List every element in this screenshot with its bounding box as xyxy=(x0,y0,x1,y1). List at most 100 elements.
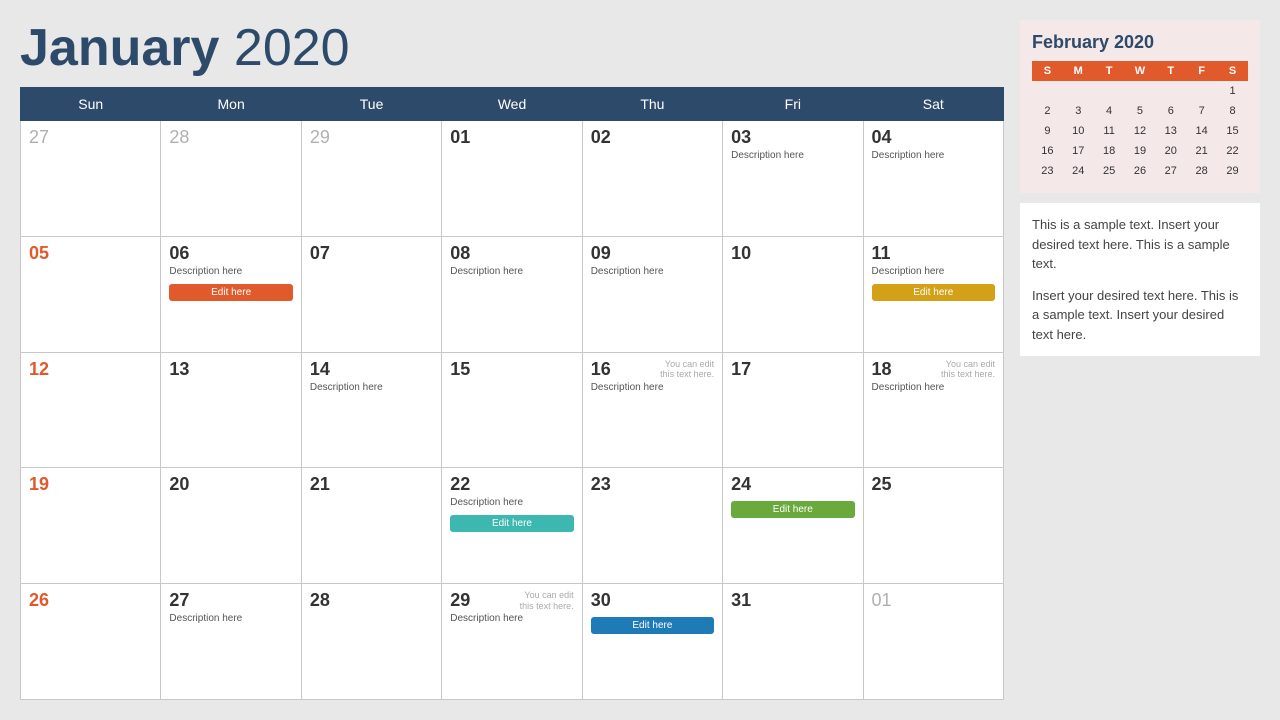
mini-day-cell: 17 xyxy=(1063,141,1094,161)
cell-top: 29 xyxy=(310,127,433,150)
mini-col-header: W xyxy=(1125,61,1156,81)
mini-day-cell: 8 xyxy=(1217,101,1248,121)
day-number: 09 xyxy=(591,243,611,264)
mini-day-cell: 3 xyxy=(1063,101,1094,121)
mini-day-cell: 18 xyxy=(1094,141,1125,161)
day-cell-26-w4: 26 xyxy=(21,584,161,700)
mini-calendar-box: February 2020 SMTWTFS 123456789101112131… xyxy=(1020,20,1260,193)
col-header-tue: Tue xyxy=(301,88,441,121)
day-cell-30-w4: 30 Edit here xyxy=(582,584,722,700)
edit-button[interactable]: Edit here xyxy=(450,515,573,532)
cell-top: 14 xyxy=(310,359,433,382)
cell-top: 11 xyxy=(872,243,995,266)
day-number: 19 xyxy=(29,474,49,495)
cell-top: 30 xyxy=(591,590,714,613)
description-text: Description here xyxy=(450,266,573,277)
day-number: 06 xyxy=(169,243,189,264)
day-cell-22-w3: 22Description hereEdit here xyxy=(442,468,582,584)
cell-top: 07 xyxy=(310,243,433,266)
mini-day-cell: 20 xyxy=(1155,141,1186,161)
edit-button[interactable]: Edit here xyxy=(169,284,292,301)
day-number: 27 xyxy=(29,127,49,148)
cell-top: 08 xyxy=(450,243,573,266)
cell-top: 01 xyxy=(872,590,995,613)
week-row-1: 0506Description hereEdit here0708Descrip… xyxy=(21,236,1004,352)
mini-day-cell: 25 xyxy=(1094,161,1125,181)
mini-day-cell: 2 xyxy=(1032,101,1063,121)
cell-top: 25 xyxy=(872,474,995,497)
cell-top: 27 xyxy=(169,590,292,613)
mini-day-cell: 21 xyxy=(1186,141,1217,161)
day-cell-25-w3: 25 xyxy=(863,468,1003,584)
edit-button[interactable]: Edit here xyxy=(591,617,714,634)
cell-top: 28 xyxy=(169,127,292,150)
cell-top: 15 xyxy=(450,359,573,382)
day-cell-10-w1: 10 xyxy=(723,236,863,352)
week-row-0: 272829010203Description here04Descriptio… xyxy=(21,121,1004,237)
day-number: 24 xyxy=(731,474,751,495)
mini-day-cell: 7 xyxy=(1186,101,1217,121)
edit-button[interactable]: Edit here xyxy=(731,501,854,518)
mini-day-cell: 12 xyxy=(1125,121,1156,141)
mini-day-cell: 29 xyxy=(1217,161,1248,181)
calendar-table: SunMonTueWedThuFriSat 272829010203Descri… xyxy=(20,87,1004,700)
mini-col-header: F xyxy=(1186,61,1217,81)
mini-week-row-3: 16171819202122 xyxy=(1032,141,1248,161)
day-cell-29-w4: 29You can edit this text here.Descriptio… xyxy=(442,584,582,700)
day-number: 03 xyxy=(731,127,751,148)
mini-day-cell: 28 xyxy=(1186,161,1217,181)
day-cell-14-w2: 14Description here xyxy=(301,352,441,468)
day-number: 08 xyxy=(450,243,470,264)
day-number: 30 xyxy=(591,590,611,611)
day-cell-19-w3: 19 xyxy=(21,468,161,584)
mini-week-row-4: 23242526272829 xyxy=(1032,161,1248,181)
mini-day-cell: 4 xyxy=(1094,101,1125,121)
description-text: Description here xyxy=(591,382,714,393)
mini-col-header: T xyxy=(1094,61,1125,81)
day-cell-28-w4: 28 xyxy=(301,584,441,700)
cell-top: 20 xyxy=(169,474,292,497)
mini-day-cell: 10 xyxy=(1063,121,1094,141)
day-number: 13 xyxy=(169,359,189,380)
cell-top: 05 xyxy=(29,243,152,266)
mini-week-row-1: 2345678 xyxy=(1032,101,1248,121)
edit-button[interactable]: Edit here xyxy=(872,284,995,301)
mini-week-row-0: 1 xyxy=(1032,81,1248,101)
day-number: 05 xyxy=(29,243,49,264)
day-cell-31-w4: 31 xyxy=(723,584,863,700)
day-number: 29 xyxy=(310,127,330,148)
day-number: 22 xyxy=(450,474,470,495)
day-number: 12 xyxy=(29,359,49,380)
day-cell-24-w3: 24 Edit here xyxy=(723,468,863,584)
cell-top: 01 xyxy=(450,127,573,150)
day-number: 10 xyxy=(731,243,751,264)
mini-cal-header: SMTWTFS xyxy=(1032,61,1248,81)
day-cell-03-w0: 03 Description here xyxy=(723,121,863,237)
cell-top: 26 xyxy=(29,590,152,613)
description-text: Description here xyxy=(731,150,854,161)
day-cell-27-w4: 27Description here xyxy=(161,584,301,700)
col-header-thu: Thu xyxy=(582,88,722,121)
day-number: 27 xyxy=(169,590,189,611)
day-cell-28-w0: 28 xyxy=(161,121,301,237)
mini-day-cell: 5 xyxy=(1125,101,1156,121)
header-row: SunMonTueWedThuFriSat xyxy=(21,88,1004,121)
col-header-fri: Fri xyxy=(723,88,863,121)
cell-top: 06 xyxy=(169,243,292,266)
mini-day-cell: 13 xyxy=(1155,121,1186,141)
week-row-3: 19 20 21 22Description hereEdit here 23 24 Edi… xyxy=(21,468,1004,584)
description-text: Description here xyxy=(450,613,573,624)
day-number: 21 xyxy=(310,474,330,495)
day-number: 07 xyxy=(310,243,330,264)
cell-top: 13 xyxy=(169,359,292,382)
mini-day-cell: 11 xyxy=(1094,121,1125,141)
day-number: 23 xyxy=(591,474,611,495)
mini-day-cell: 19 xyxy=(1125,141,1156,161)
cell-top: 29You can edit this text here. xyxy=(450,590,573,613)
mini-day-cell xyxy=(1063,81,1094,101)
cell-top: 22 xyxy=(450,474,573,497)
day-cell-13-w2: 13 xyxy=(161,352,301,468)
cell-top: 03 xyxy=(731,127,854,150)
day-number: 11 xyxy=(872,243,891,264)
day-cell-01-w4: 01 xyxy=(863,584,1003,700)
